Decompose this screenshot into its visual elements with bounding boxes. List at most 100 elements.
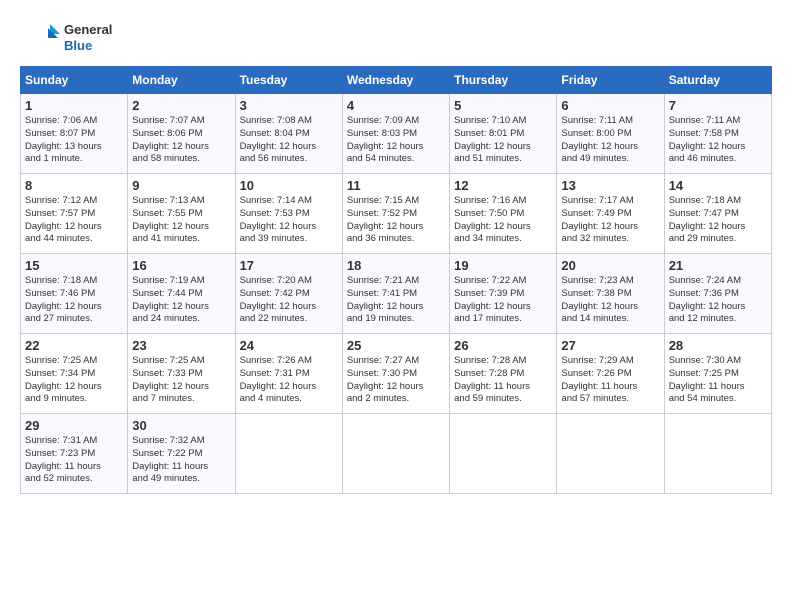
day-number: 29 [25,418,123,433]
day-info: Sunrise: 7:15 AM Sunset: 7:52 PM Dayligh… [347,195,445,246]
col-header-tuesday: Tuesday [235,67,342,94]
day-number: 13 [561,178,659,193]
calendar-cell: 20 Sunrise: 7:23 AM Sunset: 7:38 PM Dayli… [557,254,664,334]
calendar-cell: 27 Sunrise: 7:29 AM Sunset: 7:26 PM Dayli… [557,334,664,414]
day-number: 15 [25,258,123,273]
calendar-cell: 18Sunrise: 7:21 AM Sunset: 7:41 PM Dayli… [342,254,449,334]
day-number: 25 [347,338,445,353]
day-info: Sunrise: 7:14 AM Sunset: 7:53 PM Dayligh… [240,195,338,246]
day-info: Sunrise: 7:17 AM Sunset: 7:49 PM Dayligh… [561,195,659,246]
day-number: 9 [132,178,230,193]
calendar-cell [450,414,557,494]
calendar-cell: 17 Sunrise: 7:20 AM Sunset: 7:42 PM Dayli… [235,254,342,334]
day-number: 22 [25,338,123,353]
col-header-friday: Friday [557,67,664,94]
day-number: 14 [669,178,767,193]
day-number: 11 [347,178,445,193]
calendar-cell [557,414,664,494]
day-info: Sunrise: 7:12 AM Sunset: 7:57 PM Dayligh… [25,195,123,246]
day-info: Sunrise: 7:18 AM Sunset: 7:47 PM Dayligh… [669,195,767,246]
day-info: Sunrise: 7:18 AM Sunset: 7:46 PM Dayligh… [25,275,123,326]
day-number: 20 [561,258,659,273]
day-number: 6 [561,98,659,113]
calendar-cell: 25 Sunrise: 7:27 AM Sunset: 7:30 PM Dayli… [342,334,449,414]
day-info: Sunrise: 7:32 AM Sunset: 7:22 PM Dayligh… [132,435,230,486]
header: GeneralBlue [20,20,772,56]
day-info: Sunrise: 7:24 AM Sunset: 7:36 PM Dayligh… [669,275,767,326]
calendar-cell: 2 Sunrise: 7:07 AM Sunset: 8:06 PM Daylig… [128,94,235,174]
day-info: Sunrise: 7:22 AM Sunset: 7:39 PM Dayligh… [454,275,552,326]
day-number: 2 [132,98,230,113]
calendar-cell: 8Sunrise: 7:12 AM Sunset: 7:57 PM Daylig… [21,174,128,254]
calendar-cell: 29 Sunrise: 7:31 AM Sunset: 7:23 PM Dayli… [21,414,128,494]
day-info: Sunrise: 7:28 AM Sunset: 7:28 PM Dayligh… [454,355,552,406]
calendar-cell: 7 Sunrise: 7:11 AM Sunset: 7:58 PM Daylig… [664,94,771,174]
calendar-cell: 1 Sunrise: 7:06 AM Sunset: 8:07 PM Daylig… [21,94,128,174]
week-row-2: 8Sunrise: 7:12 AM Sunset: 7:57 PM Daylig… [21,174,772,254]
day-info: Sunrise: 7:21 AM Sunset: 7:41 PM Dayligh… [347,275,445,326]
col-header-saturday: Saturday [664,67,771,94]
day-number: 30 [132,418,230,433]
calendar-cell: 16Sunrise: 7:19 AM Sunset: 7:44 PM Dayli… [128,254,235,334]
day-info: Sunrise: 7:11 AM Sunset: 7:58 PM Dayligh… [669,115,767,166]
calendar-cell: 30 Sunrise: 7:32 AM Sunset: 7:22 PM Dayli… [128,414,235,494]
day-number: 1 [25,98,123,113]
calendar-cell [235,414,342,494]
day-info: Sunrise: 7:11 AM Sunset: 8:00 PM Dayligh… [561,115,659,166]
calendar-cell: 24 Sunrise: 7:26 AM Sunset: 7:31 PM Dayli… [235,334,342,414]
calendar-cell: 15 Sunrise: 7:18 AM Sunset: 7:46 PM Dayli… [21,254,128,334]
header-row: SundayMondayTuesdayWednesdayThursdayFrid… [21,67,772,94]
calendar-cell: 9 Sunrise: 7:13 AM Sunset: 7:55 PM Daylig… [128,174,235,254]
logo-general: General [64,22,112,38]
day-info: Sunrise: 7:09 AM Sunset: 8:03 PM Dayligh… [347,115,445,166]
day-info: Sunrise: 7:26 AM Sunset: 7:31 PM Dayligh… [240,355,338,406]
calendar-cell: 14 Sunrise: 7:18 AM Sunset: 7:47 PM Dayli… [664,174,771,254]
col-header-monday: Monday [128,67,235,94]
day-number: 10 [240,178,338,193]
logo-svg [20,20,60,56]
day-number: 17 [240,258,338,273]
calendar-cell: 10 Sunrise: 7:14 AM Sunset: 7:53 PM Dayli… [235,174,342,254]
day-number: 26 [454,338,552,353]
day-info: Sunrise: 7:08 AM Sunset: 8:04 PM Dayligh… [240,115,338,166]
day-number: 3 [240,98,338,113]
day-info: Sunrise: 7:29 AM Sunset: 7:26 PM Dayligh… [561,355,659,406]
col-header-sunday: Sunday [21,67,128,94]
day-info: Sunrise: 7:27 AM Sunset: 7:30 PM Dayligh… [347,355,445,406]
day-info: Sunrise: 7:25 AM Sunset: 7:34 PM Dayligh… [25,355,123,406]
day-info: Sunrise: 7:07 AM Sunset: 8:06 PM Dayligh… [132,115,230,166]
calendar-cell: 19 Sunrise: 7:22 AM Sunset: 7:39 PM Dayli… [450,254,557,334]
day-info: Sunrise: 7:30 AM Sunset: 7:25 PM Dayligh… [669,355,767,406]
day-number: 7 [669,98,767,113]
calendar-cell: 4Sunrise: 7:09 AM Sunset: 8:03 PM Daylig… [342,94,449,174]
day-info: Sunrise: 7:23 AM Sunset: 7:38 PM Dayligh… [561,275,659,326]
day-number: 21 [669,258,767,273]
col-header-wednesday: Wednesday [342,67,449,94]
day-info: Sunrise: 7:31 AM Sunset: 7:23 PM Dayligh… [25,435,123,486]
day-info: Sunrise: 7:25 AM Sunset: 7:33 PM Dayligh… [132,355,230,406]
calendar-cell [342,414,449,494]
calendar-cell: 22 Sunrise: 7:25 AM Sunset: 7:34 PM Dayli… [21,334,128,414]
calendar-cell: 5Sunrise: 7:10 AM Sunset: 8:01 PM Daylig… [450,94,557,174]
day-info: Sunrise: 7:13 AM Sunset: 7:55 PM Dayligh… [132,195,230,246]
day-number: 27 [561,338,659,353]
week-row-1: 1 Sunrise: 7:06 AM Sunset: 8:07 PM Daylig… [21,94,772,174]
day-number: 12 [454,178,552,193]
calendar-cell: 11 Sunrise: 7:15 AM Sunset: 7:52 PM Dayli… [342,174,449,254]
calendar-cell: 6 Sunrise: 7:11 AM Sunset: 8:00 PM Daylig… [557,94,664,174]
day-number: 19 [454,258,552,273]
day-number: 28 [669,338,767,353]
calendar-cell: 3 Sunrise: 7:08 AM Sunset: 8:04 PM Daylig… [235,94,342,174]
week-row-5: 29 Sunrise: 7:31 AM Sunset: 7:23 PM Dayli… [21,414,772,494]
day-info: Sunrise: 7:16 AM Sunset: 7:50 PM Dayligh… [454,195,552,246]
day-number: 5 [454,98,552,113]
day-number: 23 [132,338,230,353]
day-info: Sunrise: 7:06 AM Sunset: 8:07 PM Dayligh… [25,115,123,166]
calendar-cell: 13 Sunrise: 7:17 AM Sunset: 7:49 PM Dayli… [557,174,664,254]
week-row-4: 22 Sunrise: 7:25 AM Sunset: 7:34 PM Dayli… [21,334,772,414]
calendar-cell: 26 Sunrise: 7:28 AM Sunset: 7:28 PM Dayli… [450,334,557,414]
day-number: 24 [240,338,338,353]
day-info: Sunrise: 7:20 AM Sunset: 7:42 PM Dayligh… [240,275,338,326]
day-info: Sunrise: 7:19 AM Sunset: 7:44 PM Dayligh… [132,275,230,326]
week-row-3: 15 Sunrise: 7:18 AM Sunset: 7:46 PM Dayli… [21,254,772,334]
